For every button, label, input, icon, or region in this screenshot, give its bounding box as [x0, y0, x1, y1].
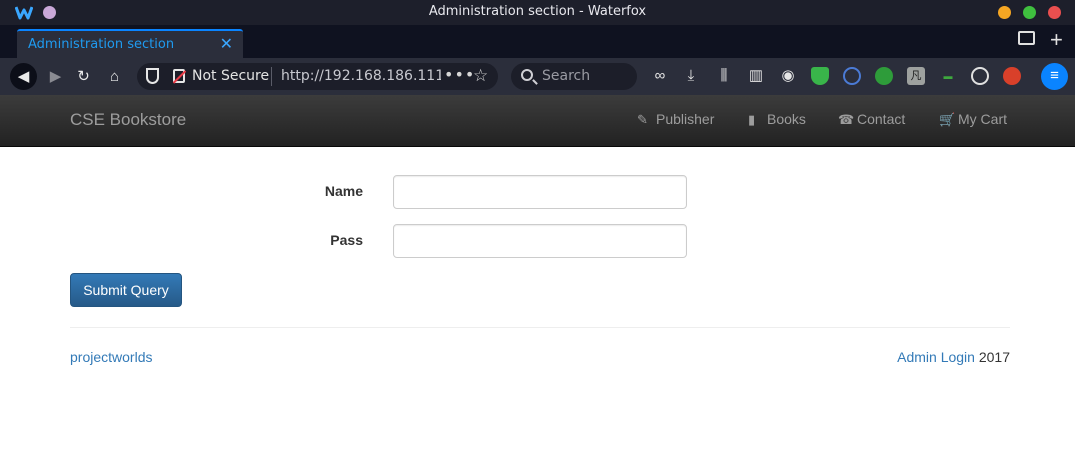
- nav-link-label: Contact: [857, 111, 906, 127]
- password-field[interactable]: [393, 224, 687, 258]
- close-tab-icon[interactable]: ✕: [220, 34, 233, 54]
- nav-link-label: Publisher: [656, 111, 715, 127]
- box-extension-icon[interactable]: 凡: [907, 67, 925, 85]
- search-icon: [521, 69, 533, 81]
- close-window-button[interactable]: [1048, 6, 1061, 19]
- pass-label: Pass: [330, 232, 363, 248]
- back-button[interactable]: ◀: [10, 63, 37, 90]
- new-tab-icon[interactable]: +: [1050, 27, 1063, 53]
- window-title: Administration section - Waterfox: [428, 4, 647, 19]
- insecure-lock-icon[interactable]: [173, 69, 185, 83]
- cookie-extension-icon[interactable]: [971, 67, 989, 85]
- footer-divider: [70, 327, 1010, 328]
- private-mask-icon[interactable]: ∞: [651, 67, 669, 85]
- book-icon: ▮: [748, 112, 756, 127]
- nav-link-contact[interactable]: ☎ Contact: [838, 111, 905, 128]
- nav-link-publisher[interactable]: ✎ Publisher: [637, 111, 714, 128]
- paperclip-icon: ✎: [637, 112, 648, 127]
- tab-strip: Administration section ✕ +: [0, 25, 1075, 58]
- tracking-shield-icon[interactable]: [146, 68, 159, 84]
- tab-label: Administration section: [28, 37, 175, 52]
- footer-copyright: Admin Login 2017: [897, 349, 1010, 365]
- reload-icon[interactable]: ↻: [70, 63, 97, 90]
- nav-link-books[interactable]: ▮ Books: [748, 111, 806, 128]
- globe-extension-icon[interactable]: [843, 67, 861, 85]
- site-brand[interactable]: CSE Bookstore: [70, 110, 186, 130]
- sidebar-icon[interactable]: ▥: [747, 67, 765, 85]
- security-label[interactable]: Not Secure: [192, 68, 269, 84]
- downloads-icon[interactable]: ⤓: [682, 67, 700, 85]
- bookmark-star-icon[interactable]: ☆: [473, 66, 488, 86]
- cart-icon: 🛒: [939, 112, 956, 127]
- phone-icon: ☎: [838, 112, 855, 127]
- site-navbar: CSE Bookstore ✎ Publisher ▮ Books ☎ Contact…: [0, 95, 1075, 147]
- name-label: Name: [324, 183, 363, 199]
- search-input[interactable]: Search: [511, 63, 637, 90]
- url-divider: [271, 67, 272, 86]
- account-icon[interactable]: ◉: [779, 67, 797, 85]
- tab-administration-section[interactable]: Administration section ✕: [17, 29, 243, 58]
- nav-link-my-cart[interactable]: 🛒 My Cart: [939, 111, 1007, 128]
- forward-button[interactable]: ▶: [42, 63, 69, 90]
- home-icon[interactable]: ⌂: [101, 63, 128, 90]
- tiny-extension-icon[interactable]: ▬: [939, 67, 957, 85]
- name-field[interactable]: [393, 175, 687, 209]
- url-input[interactable]: http://192.168.186.111/: [281, 68, 441, 84]
- ublock-shield-icon[interactable]: [811, 67, 829, 85]
- minimize-button[interactable]: [998, 6, 1011, 19]
- search-placeholder: Search: [542, 68, 591, 84]
- nav-link-label: My Cart: [958, 111, 1007, 127]
- nav-link-label: Books: [767, 111, 806, 127]
- submit-query-button[interactable]: Submit Query: [70, 273, 182, 307]
- tab-overview-icon[interactable]: [1018, 31, 1035, 45]
- projectworlds-link[interactable]: projectworlds: [70, 349, 152, 365]
- library-icon[interactable]: ⫼: [715, 67, 733, 85]
- admin-login-link[interactable]: Admin Login: [897, 349, 975, 365]
- green-extension-icon[interactable]: [875, 67, 893, 85]
- footer-year: 2017: [974, 349, 1010, 365]
- url-bar[interactable]: Not Secure http://192.168.186.111/ ••• ☆: [137, 63, 498, 90]
- hamburger-menu-icon[interactable]: ≡: [1041, 63, 1068, 90]
- red-extension-icon[interactable]: [1003, 67, 1021, 85]
- maximize-button[interactable]: [1023, 6, 1036, 19]
- window-titlebar: Administration section - Waterfox: [0, 0, 1075, 25]
- page-actions-icon[interactable]: •••: [444, 65, 475, 84]
- navigation-toolbar: ◀ ▶ ↻ ⌂ Not Secure http://192.168.186.11…: [0, 58, 1075, 95]
